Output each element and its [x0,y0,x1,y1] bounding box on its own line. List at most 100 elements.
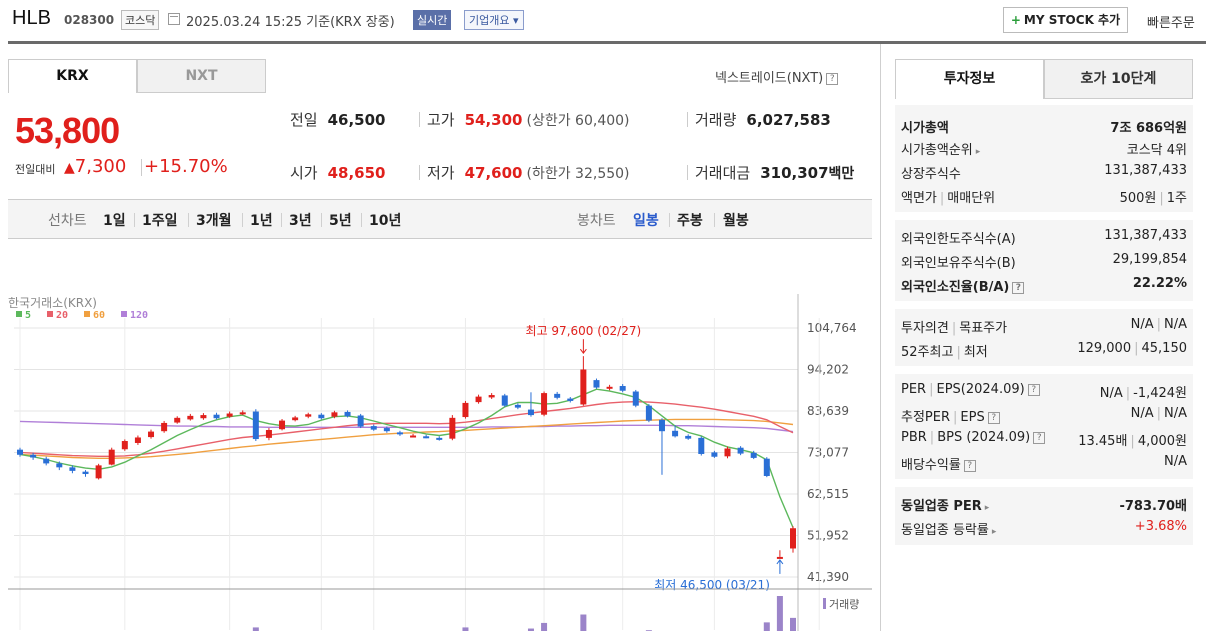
candle [161,422,168,432]
period-10y[interactable]: 10년 [369,210,401,230]
tab-nxt[interactable]: NXT [137,59,266,93]
period-5y[interactable]: 5년 [329,210,352,230]
dividend-row: 배당수익률? N/A [901,451,1187,473]
bps-label: BPS (2024.09) [937,430,1031,445]
foreign-hold-row: 외국인보유주식수(B) 29,199,854 [901,249,1187,271]
est-per-value-wrap: N/A | N/A [1131,406,1187,421]
upper-limit: (상한가 60,400) [526,113,630,129]
candle [711,452,718,457]
week52-label-wrap: 52주최고 | 최저 [901,341,988,360]
candle [344,411,351,417]
open-label: 시가 [290,164,318,182]
candle [30,454,37,458]
help-icon[interactable]: ? [1033,431,1046,444]
nextrade-label: 넥스트레이드(NXT) [715,71,824,86]
candle-weekly[interactable]: 주봉 [677,210,703,230]
industry-per-row[interactable]: 동일업종 PER ▸ -783.70배 [901,492,1187,514]
corp-overview-dropdown[interactable]: 기업개요 ▾ [464,10,524,30]
chevron-right-icon: ▸ [975,147,981,157]
per-eps-label-wrap: PER | EPS(2024.09)? [901,382,1040,397]
par-unit-value: 500원 | 1주 [1120,187,1187,206]
candle [56,463,63,468]
help-icon[interactable]: ? [963,459,976,472]
industry-rate-label-wrap: 동일업종 등락률 ▸ [901,519,996,538]
up-triangle-icon: ▲ [64,160,75,176]
section-divider [895,212,1193,220]
stock-chart[interactable]: 41,390 51,952 62,515 73,077 83,639 94,202 104,… [8,244,872,631]
pbr-label: PBR [901,430,927,445]
industry-per-value: -783.70배 [1119,499,1187,514]
market-cap-rank-row[interactable]: 시가총액순위 ▸ 코스닥 4위 [901,136,1187,158]
par-label: 액면가 [901,191,937,206]
candle [213,414,220,419]
separator: | [1125,386,1131,401]
help-icon[interactable]: ? [1027,383,1040,396]
volume-bar [462,627,469,631]
tab-invest-info[interactable]: 투자정보 [895,59,1044,99]
tab-krx[interactable]: KRX [8,59,137,93]
y-tick-label: 51,952 [807,529,849,543]
candle [134,437,141,443]
divider [714,213,715,227]
amount-value: 310,307 [760,164,829,182]
period-3m[interactable]: 3개월 [196,210,232,230]
tab-hoga[interactable]: 호가 10단계 [1044,59,1193,99]
period-1w[interactable]: 1주일 [142,210,178,230]
candle [737,447,744,454]
divider [281,213,282,227]
help-icon[interactable]: ? [826,72,839,85]
foreign-ratio-label-wrap: 외국인소진율(B/A)? [901,276,1025,295]
separator: | [929,382,934,397]
candle [69,467,76,471]
candle [593,380,600,388]
high-price: 고가 54,300 (상한가 60,400) [427,109,630,130]
volume-label: 거래량 [829,598,859,611]
candle [763,458,770,476]
lower-limit: (하한가 32,550) [526,166,630,182]
quick-order-link[interactable]: 빠른주문 [1147,12,1195,31]
volume-label: 거래량 [695,111,737,129]
est-per-label-wrap: 추정PER | EPS? [901,406,1000,425]
legend-label: 5 [25,310,31,321]
chart-source-label: 한국거래소(KRX) [8,296,97,310]
period-1y[interactable]: 1년 [250,210,273,230]
dividend-label: 배당수익률 [901,458,961,473]
nextrade-link[interactable]: 넥스트레이드(NXT)? [715,67,839,86]
candle [187,415,194,420]
market-badge: 코스닥 [121,10,160,30]
week52-low-label: 최저 [963,345,988,360]
plus-icon: + [1010,13,1021,27]
period-3y[interactable]: 3년 [289,210,312,230]
candle [331,412,338,417]
par-unit-row: 액면가 | 매매단위 500원 | 1주 [901,184,1187,206]
candle [396,432,403,435]
foreign-limit-value: 131,387,433 [1104,228,1187,243]
candle [619,386,626,391]
industry-rate-row[interactable]: 동일업종 등락률 ▸ +3.68% [901,516,1187,538]
candle [501,395,508,406]
legend-swatch [47,311,53,317]
realtime-badge[interactable]: 실시간 [413,10,452,30]
divider [134,213,135,227]
section-divider [895,479,1193,487]
divider [242,213,243,227]
candle-daily[interactable]: 일봉 [633,210,659,230]
max-annotation: 최고 97,600 (02/27) [526,324,642,338]
per-eps-value-wrap: N/A | -1,424원 [1100,382,1187,401]
candle [488,395,495,398]
separator: | [1156,406,1161,421]
candle [95,465,102,479]
panel-divider [880,44,881,631]
period-1d[interactable]: 1일 [103,210,126,230]
my-stock-label: MY STOCK 추가 [1023,13,1121,27]
foreign-hold-value: 29,199,854 [1112,252,1187,267]
candle-monthly[interactable]: 월봉 [723,210,749,230]
per-label: PER [901,382,927,397]
low-value: 47,600 [464,164,523,182]
help-icon[interactable]: ? [1012,281,1025,294]
opinion-row: 투자의견 | 목표주가 N/A | N/A [901,314,1187,336]
my-stock-add-button[interactable]: + MY STOCK 추가 [1003,7,1128,33]
chevron-right-icon: ▸ [991,527,997,537]
help-icon[interactable]: ? [987,411,1000,424]
divider [687,165,688,180]
